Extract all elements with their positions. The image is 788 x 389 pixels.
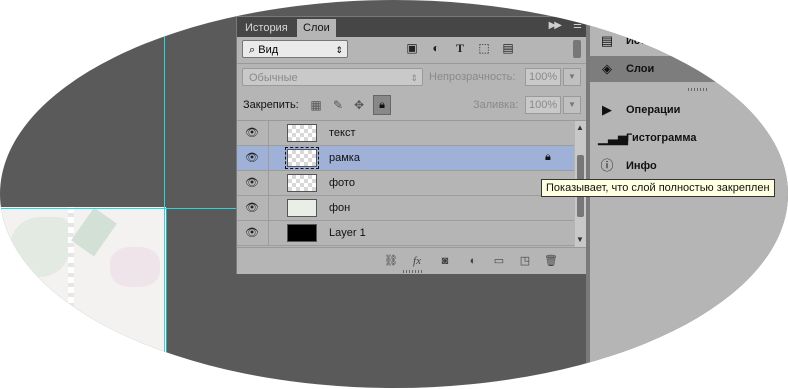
- updown-arrow-icon: ⇕: [410, 73, 418, 83]
- eye-icon[interactable]: 👁︎: [245, 177, 259, 189]
- divider: [268, 196, 269, 221]
- dock-item-layers[interactable]: ◈ Слои: [590, 56, 788, 82]
- layer-thumbnail: [287, 174, 317, 192]
- adjustment-layer-icon[interactable]: ◐: [465, 254, 481, 268]
- dock-item-info[interactable]: ⓘ Инфо: [590, 153, 788, 179]
- divider: [237, 63, 586, 64]
- search-icon: ⌕: [249, 44, 256, 56]
- updown-arrow-icon: ⇕: [335, 45, 343, 55]
- double-arrow-icon[interactable]: ▶▶: [549, 20, 562, 31]
- vertical-guide[interactable]: [166, 208, 167, 388]
- layer-name: фото: [329, 177, 355, 189]
- info-icon: ⓘ: [600, 158, 614, 173]
- image-filter-icon[interactable]: ▣: [405, 41, 419, 55]
- layer-row[interactable]: 👁︎ Layer 1: [237, 221, 574, 246]
- layer-name: текст: [329, 127, 356, 139]
- fx-icon[interactable]: fx: [409, 254, 425, 268]
- lock-all-icon[interactable]: 🔒︎: [373, 95, 391, 115]
- adjustment-filter-icon[interactable]: ◐: [429, 41, 443, 55]
- panel-dock: ▤ История ◈ Слои ▶ Операции ▁▃▅ Гистогра…: [590, 16, 788, 388]
- eye-icon[interactable]: 👁︎: [245, 152, 259, 164]
- filter-toggle-switch[interactable]: [573, 40, 581, 58]
- lock-tooltip: Показывает, что слой полностью закреплен: [541, 179, 775, 197]
- panel-tab-bar: История Слои ▶▶ ☰: [237, 17, 586, 37]
- resize-grip[interactable]: [688, 88, 708, 91]
- smart-object-filter-icon[interactable]: ▤: [501, 41, 515, 55]
- histogram-icon: ▁▃▅: [598, 130, 628, 145]
- history-icon: ▤: [600, 33, 614, 48]
- layer-name: рамка: [329, 152, 360, 164]
- shape-filter-icon[interactable]: ⬚: [477, 41, 491, 55]
- resize-grip[interactable]: [403, 270, 423, 273]
- dock-item-label: Гистограмма: [626, 132, 697, 144]
- horizontal-guide[interactable]: [0, 208, 238, 209]
- fill-slider-arrow-icon[interactable]: ▼: [563, 96, 581, 114]
- layer-thumbnail: [287, 224, 317, 242]
- dock-item-label: Слои: [626, 63, 655, 75]
- tab-layers[interactable]: Слои: [297, 19, 336, 37]
- mask-icon[interactable]: ◙: [437, 254, 453, 268]
- dock-item-label: История: [626, 35, 672, 47]
- type-filter-icon[interactable]: T: [453, 41, 467, 55]
- layer-thumbnail: [285, 147, 319, 169]
- dock-item-label: Операции: [626, 104, 681, 116]
- layer-name: фон: [329, 202, 351, 214]
- new-layer-icon[interactable]: ◳: [517, 254, 533, 268]
- folder-icon[interactable]: ▭: [491, 254, 507, 268]
- divider: [268, 221, 269, 246]
- filter-kind-label: Вид: [258, 44, 279, 56]
- blend-mode-value: Обычные: [249, 72, 298, 84]
- panel-menu-icon[interactable]: ☰: [573, 20, 582, 31]
- fill-label: Заливка:: [473, 99, 519, 111]
- vertical-guide[interactable]: [164, 0, 165, 388]
- eye-icon[interactable]: 👁︎: [245, 227, 259, 239]
- divider: [268, 121, 269, 146]
- canvas-texture: [71, 207, 117, 257]
- canvas-texture: [110, 247, 160, 287]
- divider: [268, 171, 269, 196]
- layers-list: 👁︎ текст 👁︎ рамка 🔒︎ 👁︎ фото 👁︎ фон 👁︎ L…: [237, 121, 574, 247]
- link-icon[interactable]: ⛓: [383, 254, 399, 268]
- layers-panel: История Слои ▶▶ ☰ ⌕ Вид ⇕ ▣ ◐ T ⬚ ▤ Обыч…: [236, 16, 587, 274]
- lock-icon[interactable]: 🔒︎: [545, 151, 551, 164]
- fill-field[interactable]: 100%: [525, 96, 561, 114]
- divider: [268, 146, 269, 171]
- layer-thumbnail: [287, 124, 317, 142]
- layer-filter-select[interactable]: ⌕ Вид ⇕: [242, 40, 348, 58]
- opacity-slider-arrow-icon[interactable]: ▼: [563, 68, 581, 86]
- eye-icon[interactable]: 👁︎: [245, 127, 259, 139]
- document-canvas[interactable]: [0, 207, 166, 388]
- dock-item-histogram[interactable]: ▁▃▅ Гистограмма: [590, 125, 788, 151]
- lock-label: Закрепить:: [243, 99, 299, 111]
- play-icon: ▶: [602, 102, 612, 117]
- canvas-torn-edge: [68, 207, 74, 388]
- blend-mode-select[interactable]: Обычные ⇕: [242, 68, 423, 86]
- canvas-texture: [10, 217, 70, 277]
- layer-row[interactable]: 👁︎ текст: [237, 121, 574, 146]
- layer-row[interactable]: 👁︎ фото: [237, 171, 574, 196]
- layer-row[interactable]: 👁︎ фон: [237, 196, 574, 221]
- dock-item-history[interactable]: ▤ История: [590, 28, 788, 54]
- lock-transparent-icon[interactable]: ▦: [308, 97, 324, 113]
- opacity-field[interactable]: 100%: [525, 68, 561, 86]
- layers-bottom-toolbar: ⛓ fx ◙ ◐ ▭ ◳ 🗑︎: [237, 247, 586, 274]
- eye-icon[interactable]: 👁︎: [245, 202, 259, 214]
- lock-image-icon[interactable]: ✎: [330, 97, 346, 113]
- layers-icon: ◈: [602, 61, 612, 76]
- layer-name: Layer 1: [329, 227, 366, 239]
- scroll-up-arrow-icon[interactable]: ▲: [576, 123, 584, 132]
- screenshot-oval-frame: История Слои ▶▶ ☰ ⌕ Вид ⇕ ▣ ◐ T ⬚ ▤ Обыч…: [0, 0, 788, 388]
- dock-item-actions[interactable]: ▶ Операции: [590, 97, 788, 123]
- tab-history[interactable]: История: [239, 19, 294, 37]
- lock-position-icon[interactable]: ✥: [351, 97, 367, 113]
- opacity-label: Непрозрачность:: [429, 71, 516, 83]
- scroll-down-arrow-icon[interactable]: ▼: [576, 235, 584, 244]
- trash-icon[interactable]: 🗑︎: [543, 254, 559, 268]
- dock-item-label: Инфо: [626, 160, 657, 172]
- layer-row[interactable]: 👁︎ рамка 🔒︎: [237, 146, 574, 171]
- layer-thumbnail: [287, 199, 317, 217]
